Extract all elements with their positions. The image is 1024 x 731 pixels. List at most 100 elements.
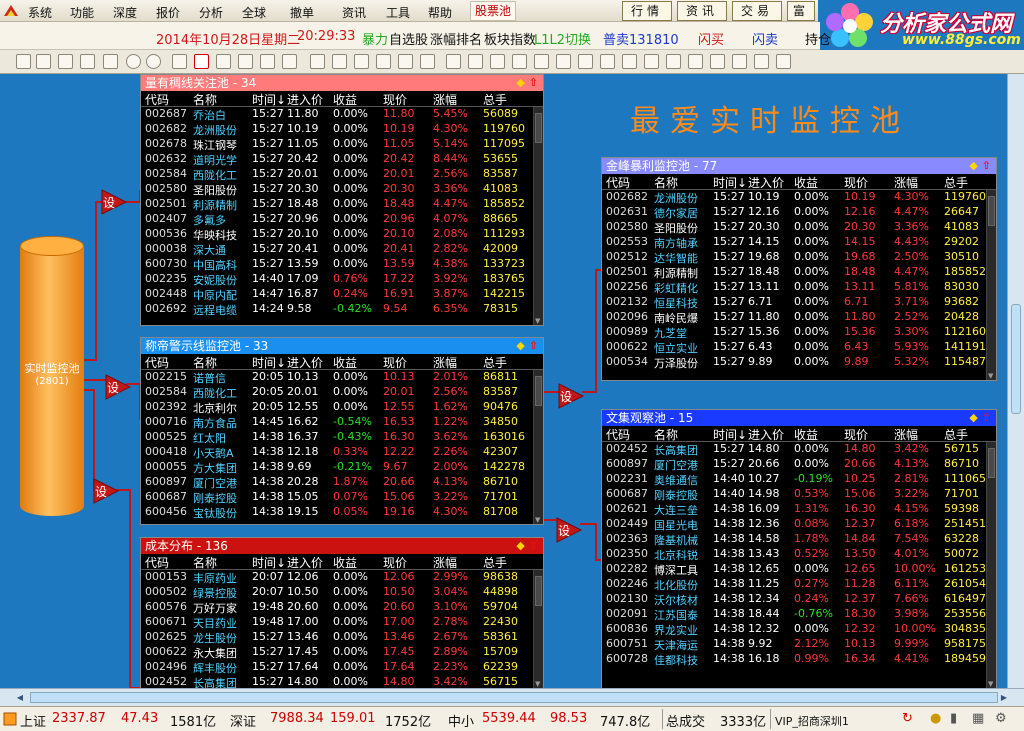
column-header[interactable]: 代码	[145, 554, 169, 571]
column-header[interactable]: 进入价	[287, 91, 323, 108]
panel-header[interactable]: 金峰暴利监控池 - 77 ◆ ⇧	[602, 158, 996, 174]
column-header[interactable]: 涨幅	[433, 91, 457, 108]
settings-diamond-icon[interactable]: ◆	[969, 159, 977, 172]
scroll-down-icon[interactable]: ▼	[988, 372, 996, 380]
table-row[interactable]: 002350 北京科锐 14:38 13.43 0.52% 13.50 4.01% 50072	[602, 547, 996, 562]
column-header[interactable]: 涨幅	[433, 354, 457, 371]
column-header[interactable]: 收益	[333, 354, 357, 371]
table-row[interactable]: 000525 红太阳 14:38 16.37 -0.43% 16.30 3.62% 16301…	[141, 430, 543, 445]
panel-controls[interactable]: ◆ ⇧	[969, 158, 991, 174]
panel-volume-watch[interactable]: 量有稠线关注池 - 34 ◆ ⇧ 代码 名称 时间↓ 进入价 收益 现价 涨幅 总手 002687 乔治…	[140, 74, 544, 326]
column-header[interactable]: 代码	[145, 354, 169, 371]
column-header[interactable]: 收益	[794, 426, 818, 443]
column-header[interactable]: 总手	[944, 174, 968, 191]
column-header[interactable]: 总手	[483, 354, 507, 371]
scroll-right-icon[interactable]: ▶	[998, 692, 1010, 703]
lock-icon[interactable]: ●	[930, 711, 941, 726]
table-row[interactable]: 002580 圣阳股份 15:27 20.30 0.00% 20.30 3.36% 41083	[141, 182, 543, 197]
set-button-5[interactable]: 设	[555, 516, 583, 544]
up-arrow-icon[interactable]: ⇧	[529, 76, 538, 89]
set-button-3[interactable]: 设	[92, 477, 120, 505]
column-header[interactable]: 名称	[193, 554, 217, 571]
settings-diamond-icon[interactable]: ◆	[969, 411, 977, 424]
panel-controls[interactable]: ◆ ⇧	[516, 75, 538, 91]
table-row[interactable]: 002512 达华智能 15:27 19.68 0.00% 19.68 2.50% 30510	[602, 250, 996, 265]
scroll-down-icon[interactable]: ▼	[535, 680, 543, 688]
scroll-thumb[interactable]	[535, 113, 542, 143]
table-row[interactable]: 002496 辉丰股份 15:27 17.64 0.00% 17.64 2.23% 62239	[141, 660, 543, 675]
table-row[interactable]: 002501 利源精制 15:27 18.48 0.00% 18.48 4.47% 18585…	[141, 197, 543, 212]
realtime-monitor-source[interactable]: 实时监控池 (2801)	[20, 236, 84, 526]
table-row[interactable]: 600751 天津海运 14:38 9.92 2.12% 10.13 9.99% 958175	[602, 637, 996, 652]
table-row[interactable]: 002231 奥维通信 14:40 10.27 -0.19% 10.25 2.81% 1110…	[602, 472, 996, 487]
column-header[interactable]: 代码	[606, 174, 630, 191]
scroll-thumb[interactable]	[988, 196, 995, 226]
table-row[interactable]: 002246 北化股份 14:38 11.25 0.27% 11.28 6.11% 26105…	[602, 577, 996, 592]
panel-controls[interactable]: ◆ ⇧	[516, 338, 538, 354]
scroll-thumb[interactable]	[1011, 304, 1021, 414]
up-arrow-icon[interactable]: ⇧	[982, 411, 991, 424]
column-header[interactable]: 进入价	[287, 554, 323, 571]
table-row[interactable]: 002682 龙洲股份 15:27 10.19 0.00% 10.19 4.30% 11976…	[602, 190, 996, 205]
column-header[interactable]: 现价	[383, 354, 407, 371]
table-row[interactable]: 002580 圣阳股份 15:27 20.30 0.00% 20.30 3.36% 41083	[602, 220, 996, 235]
up-arrow-icon[interactable]: ⇧	[529, 539, 538, 552]
table-row[interactable]: 002449 国星光电 14:38 12.36 0.08% 12.37 6.18% 25145…	[602, 517, 996, 532]
table-row[interactable]: 002282 博深工具 14:38 12.65 0.00% 12.65 10.00% 1612…	[602, 562, 996, 577]
table-row[interactable]: 600728 佳都科技 14:38 16.18 0.99% 16.34 4.41% 18945…	[602, 652, 996, 667]
column-header[interactable]: 现价	[844, 426, 868, 443]
horizontal-scrollbar[interactable]: ◀ ▶	[0, 688, 1024, 706]
column-header[interactable]: 代码	[145, 91, 169, 108]
column-header[interactable]: 进入价	[748, 174, 784, 191]
table-row[interactable]: 000989 九芝堂 15:27 15.36 0.00% 15.36 3.30% 112160	[602, 325, 996, 340]
table-row[interactable]: 002625 龙生股份 15:27 13.46 0.00% 13.46 2.67% 58361	[141, 630, 543, 645]
vertical-scrollbar[interactable]	[1007, 74, 1024, 688]
panel-cost-distribution[interactable]: 成本分布 - 136 ◆ ⇧ 代码 名称 时间↓ 进入价 收益 现价 涨幅 总手 000153 丰原药业…	[140, 537, 544, 689]
column-header[interactable]: 现价	[383, 554, 407, 571]
table-row[interactable]: 600836 界龙实业 14:38 12.32 0.00% 12.32 10.00% 3048…	[602, 622, 996, 637]
table-row[interactable]: 000502 绿景控股 20:07 10.50 0.00% 10.50 3.04% 44898	[141, 585, 543, 600]
scroll-thumb[interactable]	[988, 448, 995, 478]
scroll-thumb[interactable]	[535, 576, 542, 606]
table-row[interactable]: 000622 恒立实业 15:27 6.43 0.00% 6.43 5.93% 141191	[602, 340, 996, 355]
table-row[interactable]: 002096 南岭民爆 15:27 11.80 0.00% 11.80 2.52% 20428	[602, 310, 996, 325]
table-row[interactable]: 002235 安妮股份 14:40 17.09 0.76% 17.22 3.92% 18376…	[141, 272, 543, 287]
column-header[interactable]: 收益	[333, 554, 357, 571]
panel-wenji-observe[interactable]: 文集观察池 - 15 ◆ ⇧ 代码 名称 时间↓ 进入价 收益 现价 涨幅 总手 002452 长高集团…	[601, 409, 997, 689]
column-header[interactable]: 现价	[383, 91, 407, 108]
panel-jinfeng-profit[interactable]: 金峰暴利监控池 - 77 ◆ ⇧ 代码 名称 时间↓ 进入价 收益 现价 涨幅 总手 002682 龙洲…	[601, 157, 997, 381]
table-row[interactable]: 000038 深大通 15:27 20.41 0.00% 20.41 2.82% 42009	[141, 242, 543, 257]
table-row[interactable]: 002621 大连三垒 14:38 16.09 1.31% 16.30 4.15% 59398	[602, 502, 996, 517]
table-row[interactable]: 002632 道明光学 15:27 20.42 0.00% 20.42 8.44% 53655	[141, 152, 543, 167]
panel-scrollbar[interactable]: ▼	[533, 570, 543, 688]
table-row[interactable]: 002678 珠江钢琴 15:27 11.05 0.00% 11.05 5.14% 11709…	[141, 137, 543, 152]
table-row[interactable]: 600687 刚泰控股 14:38 15.05 0.07% 15.06 3.22% 71701	[141, 490, 543, 505]
table-row[interactable]: 002130 沃尔核材 14:38 12.34 0.24% 12.37 7.66% 61649…	[602, 592, 996, 607]
set-button-2[interactable]: 设	[104, 373, 132, 401]
table-row[interactable]: 002692 远程电缆 14:24 9.58 -0.42% 9.54 6.35% 78315	[141, 302, 543, 317]
scroll-down-icon[interactable]: ▼	[988, 680, 996, 688]
table-row[interactable]: 002631 德尔家居 15:27 12.16 0.00% 12.16 4.47% 26647	[602, 205, 996, 220]
table-row[interactable]: 002501 利源精制 15:27 18.48 0.00% 18.48 4.47% 18585…	[602, 265, 996, 280]
table-row[interactable]: 002091 江苏国泰 14:38 18.44 -0.76% 18.30 3.98% 2535…	[602, 607, 996, 622]
column-header[interactable]: 名称	[654, 426, 678, 443]
panel-header[interactable]: 量有稠线关注池 - 34 ◆ ⇧	[141, 75, 543, 91]
column-header[interactable]: 名称	[193, 91, 217, 108]
scroll-down-icon[interactable]: ▼	[535, 516, 543, 524]
column-header[interactable]: 总手	[944, 426, 968, 443]
column-header[interactable]: 时间↓	[713, 426, 747, 443]
panel-header[interactable]: 成本分布 - 136 ◆ ⇧	[141, 538, 543, 554]
column-header[interactable]: 收益	[333, 91, 357, 108]
refresh-icon[interactable]: ↻	[902, 711, 913, 726]
column-header[interactable]: 总手	[483, 554, 507, 571]
table-row[interactable]: 600730 中国高科 15:27 13.59 0.00% 13.59 4.38% 13372…	[141, 257, 543, 272]
column-header[interactable]: 时间↓	[252, 554, 286, 571]
column-header[interactable]: 名称	[193, 354, 217, 371]
up-arrow-icon[interactable]: ⇧	[529, 339, 538, 352]
table-row[interactable]: 600897 厦门空港 14:38 20.28 1.87% 20.66 4.13% 86710	[141, 475, 543, 490]
column-header[interactable]: 时间↓	[713, 174, 747, 191]
set-button-1[interactable]: 设	[100, 188, 128, 216]
set-button-4[interactable]: 设	[557, 382, 585, 410]
table-row[interactable]: 002584 西陇化工 20:05 20.01 0.00% 20.01 2.56% 83587	[141, 385, 543, 400]
panel-scrollbar[interactable]: ▼	[533, 370, 543, 524]
